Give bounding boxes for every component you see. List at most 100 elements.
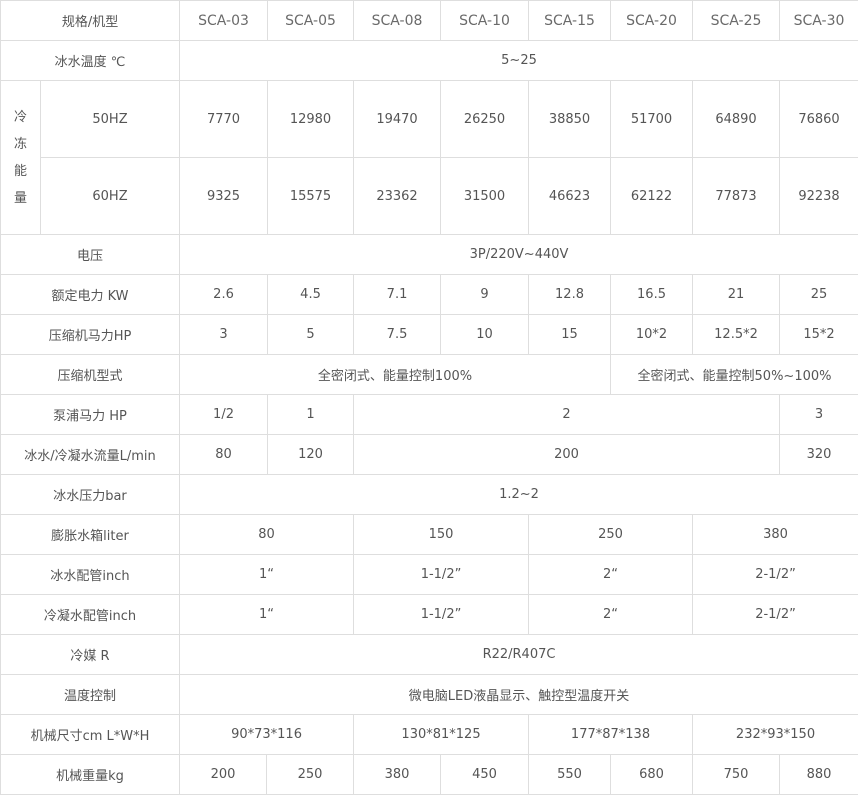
value-cell: 31500	[440, 157, 530, 235]
compressor-type-row: 压缩机型式 全密闭式、能量控制100% 全密闭式、能量控制50%~100%	[0, 354, 858, 395]
cooling-label-char: 量	[13, 190, 27, 206]
value-cell: 680	[610, 754, 694, 795]
model-header-cell: SCA-10	[440, 0, 530, 41]
rated-power-row: 额定电力 KW 2.6 4.5 7.1 9 12.8 16.5 21 25	[0, 274, 858, 315]
value-cell: 250	[266, 754, 355, 795]
row-label: 冰水配管inch	[0, 554, 181, 595]
value-cell: 200	[179, 754, 268, 795]
row-label: 机械尺寸cm L*W*H	[0, 714, 181, 755]
value-cell: 15575	[267, 157, 355, 235]
value-cell: 120	[267, 434, 355, 475]
model-header-cell: SCA-03	[179, 0, 269, 41]
value-cell: 64890	[692, 80, 781, 158]
merged-value-cell: 2-1/2”	[692, 594, 858, 635]
merged-value-cell: 1.2~2	[179, 474, 858, 515]
cooling-60hz-row: 60HZ 9325 15575 23362 31500 46623 62122 …	[1, 157, 858, 235]
row-label: 冰水/冷凝水流量L/min	[0, 434, 181, 475]
row-label: 温度控制	[0, 674, 181, 715]
row-label: 60HZ	[39, 157, 181, 235]
value-cell: 880	[779, 754, 858, 795]
merged-value-cell: 5~25	[179, 40, 858, 81]
weight-row: 机械重量kg 200 250 380 450 550 680 750 880	[0, 754, 858, 795]
row-label: 压缩机型式	[0, 354, 181, 395]
merged-value-cell: 130*81*125	[353, 714, 530, 755]
value-cell: 1/2	[179, 394, 269, 435]
pump-hp-row: 泵浦马力 HP 1/2 1 2 3	[0, 394, 858, 435]
merged-value-cell: 90*73*116	[179, 714, 355, 755]
flow-row: 冰水/冷凝水流量L/min 80 120 200 320	[0, 434, 858, 475]
cooling-label-char: 冷	[13, 109, 27, 125]
merged-value-cell: 2	[353, 394, 781, 435]
value-cell: 550	[528, 754, 612, 795]
merged-value-cell: R22/R407C	[179, 634, 858, 675]
row-label: 膨胀水箱liter	[0, 514, 181, 555]
value-cell: 750	[692, 754, 781, 795]
value-cell: 4.5	[267, 274, 355, 315]
merged-value-cell: 80	[179, 514, 355, 555]
row-label: 冰水压力bar	[0, 474, 181, 515]
merged-value-cell: 2“	[528, 554, 694, 595]
merged-value-cell: 1“	[179, 554, 355, 595]
row-label: 冷凝水配管inch	[0, 594, 181, 635]
merged-value-cell: 2“	[528, 594, 694, 635]
chilled-pipe-row: 冰水配管inch 1“ 1-1/2” 2“ 2-1/2”	[0, 554, 858, 595]
merged-value-cell: 1-1/2”	[353, 594, 530, 635]
value-cell: 12.8	[528, 274, 612, 315]
condenser-pipe-row: 冷凝水配管inch 1“ 1-1/2” 2“ 2-1/2”	[0, 594, 858, 635]
row-label: 压缩机马力HP	[0, 314, 181, 355]
cooling-50hz-row: 冷 冻 能 量 50HZ 7770 12980 19470 26250 3885…	[0, 80, 858, 235]
merged-value-cell: 150	[353, 514, 530, 555]
cooling-label-char: 冻	[13, 136, 27, 152]
model-header-cell: SCA-25	[692, 0, 781, 41]
pressure-row: 冰水压力bar 1.2~2	[0, 474, 858, 515]
merged-value-cell: 1“	[179, 594, 355, 635]
merged-value-cell: 2-1/2”	[692, 554, 858, 595]
value-cell: 7.5	[353, 314, 442, 355]
row-label: 电压	[0, 234, 181, 275]
value-cell: 23362	[353, 157, 442, 235]
value-cell: 92238	[779, 157, 858, 235]
value-cell: 12.5*2	[692, 314, 781, 355]
value-cell: 9325	[179, 157, 269, 235]
value-cell: 15*2	[779, 314, 858, 355]
row-label: 冷媒 R	[0, 634, 181, 675]
value-cell: 380	[353, 754, 442, 795]
header-row: 规格/机型 SCA-03 SCA-05 SCA-08 SCA-10 SCA-15…	[0, 0, 858, 41]
merged-value-cell: 250	[528, 514, 694, 555]
dimensions-row: 机械尺寸cm L*W*H 90*73*116 130*81*125 177*87…	[0, 714, 858, 755]
value-cell: 25	[779, 274, 858, 315]
model-header-cell: SCA-20	[610, 0, 694, 41]
cooling-capacity-label: 冷 冻 能 量	[0, 80, 41, 235]
value-cell: 77873	[692, 157, 781, 235]
value-cell: 26250	[440, 80, 530, 158]
merged-value-cell: 177*87*138	[528, 714, 694, 755]
chilled-temp-row: 冰水温度 ℃ 5~25	[0, 40, 858, 81]
voltage-row: 电压 3P/220V~440V	[0, 234, 858, 275]
value-cell: 3	[179, 314, 269, 355]
value-cell: 80	[179, 434, 269, 475]
merged-value-cell: 微电脑LED液晶显示、触控型温度开关	[179, 674, 858, 715]
value-cell: 7.1	[353, 274, 442, 315]
tank-row: 膨胀水箱liter 80 150 250 380	[0, 514, 858, 555]
value-cell: 450	[440, 754, 530, 795]
value-cell: 16.5	[610, 274, 694, 315]
spec-table: 规格/机型 SCA-03 SCA-05 SCA-08 SCA-10 SCA-15…	[0, 0, 858, 795]
row-label: 额定电力 KW	[0, 274, 181, 315]
merged-value-cell: 全密闭式、能量控制50%~100%	[610, 354, 858, 395]
model-header-cell: SCA-05	[267, 0, 355, 41]
compressor-hp-row: 压缩机马力HP 3 5 7.5 10 15 10*2 12.5*2 15*2	[0, 314, 858, 355]
value-cell: 38850	[528, 80, 612, 158]
model-header-cell: SCA-15	[528, 0, 612, 41]
merged-value-cell: 1-1/2”	[353, 554, 530, 595]
value-cell: 10*2	[610, 314, 694, 355]
temp-control-row: 温度控制 微电脑LED液晶显示、触控型温度开关	[0, 674, 858, 715]
model-header-cell: SCA-30	[779, 0, 858, 41]
row-label: 泵浦马力 HP	[0, 394, 181, 435]
cooling-label-char: 能	[13, 163, 27, 179]
row-label: 机械重量kg	[0, 754, 181, 795]
refrigerant-row: 冷媒 R R22/R407C	[0, 634, 858, 675]
value-cell: 12980	[267, 80, 355, 158]
value-cell: 2.6	[179, 274, 269, 315]
merged-value-cell: 3	[779, 394, 858, 435]
value-cell: 10	[440, 314, 530, 355]
